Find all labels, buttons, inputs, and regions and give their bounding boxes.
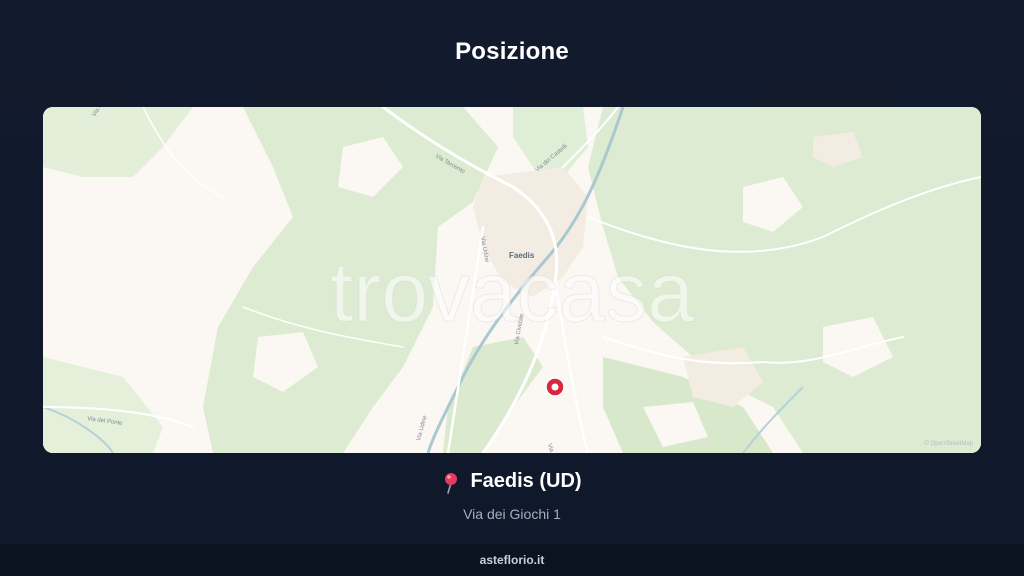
- section-title: Posizione: [455, 38, 569, 65]
- location-caption: Faedis (UD) Via dei Giochi 1: [0, 470, 1024, 522]
- page: Posizione trovacasa Faedis Via Udine Via…: [0, 0, 1024, 576]
- footer-bar: asteflorio.it: [0, 544, 1024, 576]
- pushpin-icon: [445, 472, 458, 494]
- map-container[interactable]: trovacasa Faedis Via Udine Via Tarcento …: [43, 107, 981, 453]
- location-title-row: Faedis (UD): [442, 470, 582, 494]
- map-marker-icon[interactable]: [545, 377, 565, 397]
- map-attribution: © OpenStreetMap: [925, 440, 974, 447]
- location-address: Via dei Giochi 1: [463, 505, 561, 522]
- location-town: Faedis (UD): [470, 470, 582, 492]
- map-label-town: Faedis: [509, 251, 535, 260]
- map-svg[interactable]: trovacasa Faedis Via Udine Via Tarcento …: [43, 107, 981, 453]
- footer-brand[interactable]: asteflorio.it: [480, 553, 545, 567]
